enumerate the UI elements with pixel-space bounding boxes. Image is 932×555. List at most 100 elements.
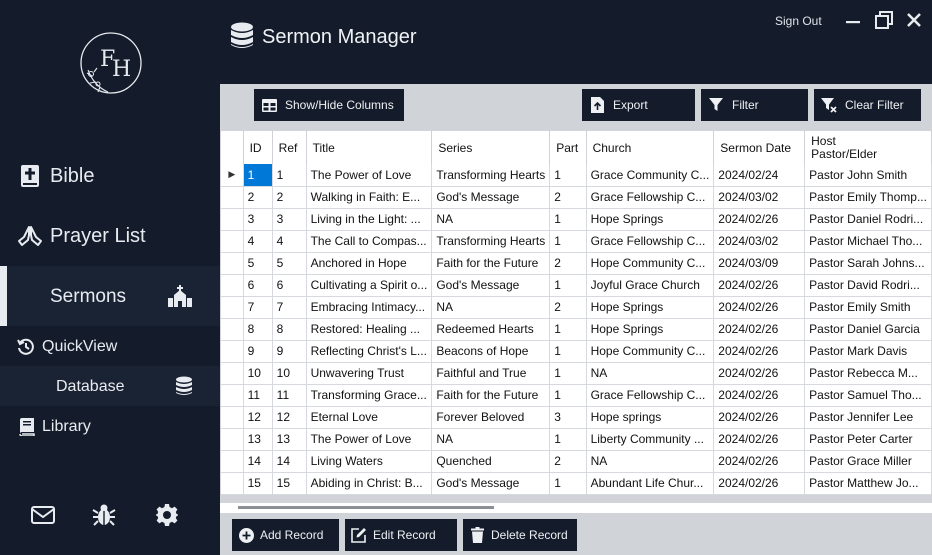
- row-header[interactable]: [221, 230, 244, 253]
- settings-gear-icon[interactable]: [154, 502, 180, 528]
- cell-ref[interactable]: 5: [272, 252, 307, 275]
- bug-icon[interactable]: [91, 502, 117, 528]
- cell-ref[interactable]: 10: [272, 362, 307, 385]
- cell-sermon-date[interactable]: 2024/02/26: [713, 384, 806, 407]
- table-row[interactable]: 11 11 Transforming Grace... Faith for the F…: [221, 384, 932, 407]
- cell-sermon-date[interactable]: 2024/02/26: [713, 296, 806, 319]
- cell-sermon-date[interactable]: 2024/03/02: [713, 230, 806, 253]
- cell-series[interactable]: Quenched: [431, 450, 551, 473]
- cell-part[interactable]: 1: [549, 384, 587, 407]
- cell-series[interactable]: Transforming Hearts: [431, 230, 551, 253]
- row-header[interactable]: [221, 318, 244, 341]
- close-icon[interactable]: [904, 10, 924, 30]
- sign-out-link[interactable]: Sign Out: [775, 14, 822, 28]
- horizontal-scrollbar[interactable]: [220, 503, 932, 513]
- cell-id[interactable]: 3: [243, 208, 273, 231]
- cell-part[interactable]: 1: [549, 340, 587, 363]
- sidebar-item-bible[interactable]: Bible: [0, 156, 220, 196]
- cell-part[interactable]: 1: [549, 318, 587, 341]
- cell-part[interactable]: 2: [549, 296, 587, 319]
- cell-host[interactable]: Pastor Emily Smith: [804, 296, 932, 319]
- table-row[interactable]: 9 9 Reflecting Christ's L... Beacons of Hop…: [221, 340, 932, 363]
- cell-ref[interactable]: 1: [272, 164, 307, 187]
- cell-host[interactable]: Pastor Sarah Johns...: [804, 252, 932, 275]
- cell-host[interactable]: Pastor Peter Carter: [804, 428, 932, 451]
- cell-church[interactable]: Grace Community C...: [586, 164, 715, 187]
- cell-church[interactable]: Grace Fellowship C...: [586, 230, 715, 253]
- cell-id[interactable]: 2: [243, 186, 273, 209]
- cell-ref[interactable]: 11: [272, 384, 307, 407]
- filter-button[interactable]: Filter: [701, 89, 808, 121]
- row-header[interactable]: [221, 274, 244, 297]
- cell-sermon-date[interactable]: 2024/02/26: [713, 450, 806, 473]
- cell-part[interactable]: 1: [549, 472, 587, 495]
- cell-title[interactable]: Eternal Love: [306, 406, 433, 429]
- cell-title[interactable]: Embracing Intimacy...: [306, 296, 433, 319]
- show-hide-columns-button[interactable]: Show/Hide Columns: [254, 89, 404, 121]
- cell-part[interactable]: 2: [549, 186, 587, 209]
- export-button[interactable]: Export: [582, 89, 695, 121]
- cell-id[interactable]: 10: [243, 362, 273, 385]
- cell-church[interactable]: Joyful Grace Church: [586, 274, 715, 297]
- edit-record-button[interactable]: Edit Record: [345, 519, 457, 551]
- clear-filter-button[interactable]: Clear Filter: [814, 89, 921, 121]
- cell-title[interactable]: The Power of Love: [306, 428, 433, 451]
- cell-host[interactable]: Pastor Samuel Tho...: [804, 384, 932, 407]
- cell-part[interactable]: 2: [549, 450, 587, 473]
- cell-part[interactable]: 3: [549, 406, 587, 429]
- cell-sermon-date[interactable]: 2024/02/26: [713, 362, 806, 385]
- row-header[interactable]: ▶: [221, 164, 244, 187]
- cell-church[interactable]: NA: [586, 450, 715, 473]
- sidebar-item-sermons[interactable]: Sermons: [0, 266, 220, 326]
- cell-host[interactable]: Pastor Emily Thomp...: [804, 186, 932, 209]
- sidebar-item-library[interactable]: Library: [0, 414, 220, 440]
- cell-ref[interactable]: 9: [272, 340, 307, 363]
- row-header[interactable]: [221, 472, 244, 495]
- table-row[interactable]: 13 13 The Power of Love NA 1 Liberty Communit…: [221, 428, 932, 451]
- cell-sermon-date[interactable]: 2024/02/24: [713, 164, 806, 187]
- cell-title[interactable]: Abiding in Christ: B...: [306, 472, 433, 495]
- cell-ref[interactable]: 3: [272, 208, 307, 231]
- row-header[interactable]: [221, 406, 244, 429]
- cell-sermon-date[interactable]: 2024/03/09: [713, 252, 806, 275]
- cell-series[interactable]: NA: [431, 296, 551, 319]
- column-header-sermon-date[interactable]: Sermon Date: [713, 131, 806, 164]
- cell-host[interactable]: Pastor Daniel Rodri...: [804, 208, 932, 231]
- cell-part[interactable]: 1: [549, 164, 587, 187]
- row-header[interactable]: [221, 252, 244, 275]
- cell-ref[interactable]: 6: [272, 274, 307, 297]
- cell-church[interactable]: Grace Fellowship C...: [586, 186, 715, 209]
- minimize-icon[interactable]: [843, 10, 863, 30]
- cell-title[interactable]: Living in the Light: ...: [306, 208, 433, 231]
- cell-sermon-date[interactable]: 2024/02/26: [713, 472, 806, 495]
- cell-title[interactable]: Cultivating a Spirit o...: [306, 274, 433, 297]
- row-header[interactable]: [221, 208, 244, 231]
- cell-host[interactable]: Pastor David Rodri...: [804, 274, 932, 297]
- table-row[interactable]: ▶ 1 1 The Power of Love Transforming Hearts 1…: [221, 164, 932, 187]
- cell-id[interactable]: 9: [243, 340, 273, 363]
- cell-sermon-date[interactable]: 2024/02/26: [713, 428, 806, 451]
- cell-id[interactable]: 6: [243, 274, 273, 297]
- cell-ref[interactable]: 7: [272, 296, 307, 319]
- scrollbar-thumb[interactable]: [238, 506, 494, 509]
- cell-title[interactable]: Anchored in Hope: [306, 252, 433, 275]
- cell-id[interactable]: 11: [243, 384, 273, 407]
- cell-id[interactable]: 1: [243, 164, 273, 187]
- cell-series[interactable]: Redeemed Hearts: [431, 318, 551, 341]
- column-header-church[interactable]: Church: [586, 131, 715, 164]
- cell-id[interactable]: 8: [243, 318, 273, 341]
- row-header[interactable]: [221, 340, 244, 363]
- column-header-series[interactable]: Series: [431, 131, 551, 164]
- cell-church[interactable]: Hope Community C...: [586, 340, 715, 363]
- cell-id[interactable]: 5: [243, 252, 273, 275]
- cell-title[interactable]: The Power of Love: [306, 164, 433, 187]
- cell-series[interactable]: Faithful and True: [431, 362, 551, 385]
- table-row[interactable]: 4 4 The Call to Compas... Transforming Hear…: [221, 230, 932, 253]
- cell-church[interactable]: Hope Springs: [586, 208, 715, 231]
- cell-ref[interactable]: 13: [272, 428, 307, 451]
- sidebar-item-database[interactable]: Database: [0, 366, 220, 406]
- table-row[interactable]: 14 14 Living Waters Quenched 2 NA 2024/02/26 Pa…: [221, 450, 932, 473]
- cell-part[interactable]: 2: [549, 252, 587, 275]
- cell-sermon-date[interactable]: 2024/02/26: [713, 406, 806, 429]
- cell-church[interactable]: Hope Community C...: [586, 252, 715, 275]
